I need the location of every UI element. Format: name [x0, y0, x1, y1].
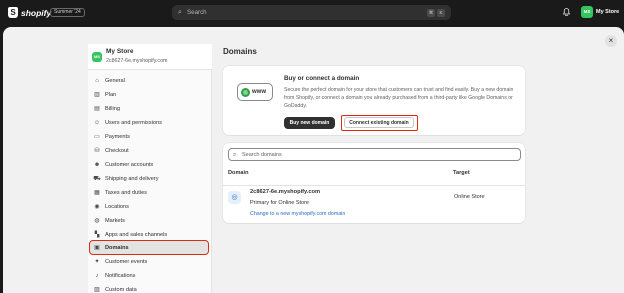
- store-domain: 2c8627-6e.myshopify.com: [106, 58, 168, 64]
- sidebar-item-users[interactable]: ☺ Users and permissions: [90, 116, 208, 129]
- globe-icon: [241, 87, 250, 97]
- column-header-domain: Domain: [228, 170, 249, 176]
- sidebar-item-locations[interactable]: ◉ Locations: [90, 200, 208, 213]
- close-icon[interactable]: ×: [605, 35, 617, 47]
- shopify-logo[interactable]: S shopify: [8, 7, 51, 18]
- search-domains-input[interactable]: ⌕ Search domains: [228, 148, 521, 161]
- global-search[interactable]: ⌕ Search ⌘ K: [172, 5, 451, 20]
- change-domain-link[interactable]: Change to a new myshopify.com domain: [250, 211, 345, 217]
- sidebar-item-general[interactable]: ⌂ General: [90, 74, 208, 87]
- connect-existing-domain-button[interactable]: Connect existing domain: [344, 117, 414, 128]
- sidebar-item-domains[interactable]: ▣ Domains: [89, 240, 209, 255]
- sidebar-item-shipping[interactable]: ⛟ Shipping and delivery: [90, 172, 208, 185]
- domain-icon: ◎: [228, 191, 241, 204]
- custom-data-icon: ▨: [94, 287, 100, 293]
- cmd-key: ⌘: [427, 9, 435, 17]
- store-header[interactable]: MS My Store 2c8627-6e.myshopify.com: [88, 44, 212, 70]
- location-icon: ◉: [94, 204, 100, 210]
- store-name: My Store: [106, 48, 134, 55]
- buy-connect-card: www Buy or connect a domain Secure the p…: [223, 66, 525, 135]
- sidebar-item-taxes[interactable]: ▦ Taxes and duties: [90, 186, 208, 199]
- sidebar-item-checkout[interactable]: ⛁ Checkout: [90, 144, 208, 157]
- apps-icon: ▚: [94, 232, 100, 238]
- shopify-bag-icon: S: [8, 7, 18, 18]
- sidebar-item-plan[interactable]: ▥ Plan: [90, 88, 208, 101]
- notification-icon: ♪: [95, 272, 99, 279]
- taxes-icon: ▦: [94, 190, 100, 196]
- truck-icon: ⛟: [93, 175, 101, 182]
- domain-name-link[interactable]: 2c8627-6e.myshopify.com: [250, 189, 320, 195]
- store-avatar: MS: [92, 52, 102, 62]
- card-title: Buy or connect a domain: [284, 75, 360, 82]
- sidebar-item-customer-accounts[interactable]: ☻ Customer accounts: [90, 158, 208, 171]
- users-icon: ☺: [93, 119, 101, 126]
- billing-icon: ▤: [94, 106, 100, 112]
- sparkle-icon: ✦: [94, 259, 100, 265]
- sidebar-item-markets[interactable]: ◍ Markets: [90, 214, 208, 227]
- bell-icon[interactable]: [563, 8, 570, 16]
- top-bar: S shopify Summer '24 ⌕ Search ⌘ K MS My …: [0, 0, 624, 25]
- sidebar-item-billing[interactable]: ▤ Billing: [90, 102, 208, 115]
- checkout-icon: ⛁: [94, 148, 100, 154]
- card-description: Secure the perfect domain for your store…: [284, 87, 514, 109]
- page-title: Domains: [223, 47, 257, 56]
- divider: [223, 185, 525, 186]
- edition-badge[interactable]: Summer '24: [50, 8, 85, 17]
- sidebar-item-custom-data[interactable]: ▨ Custom data: [90, 283, 208, 293]
- logo-text: shopify: [21, 7, 52, 18]
- domain-target: Online Store: [454, 194, 485, 200]
- sidebar-item-customer-events[interactable]: ✦ Customer events: [90, 255, 208, 268]
- column-header-target: Target: [453, 170, 470, 176]
- domain-status: Primary for Online Store: [250, 200, 309, 206]
- payments-icon: ▭: [94, 134, 100, 140]
- search-icon: ⌕: [178, 9, 182, 16]
- www-icon: www: [237, 83, 273, 101]
- domains-icon: ▣: [94, 245, 100, 251]
- plan-icon: ▥: [94, 92, 100, 98]
- avatar[interactable]: MS: [581, 6, 593, 18]
- domains-list-card: ⌕ Search domains Domain Target ◎ 2c8627-…: [223, 143, 525, 223]
- k-key: K: [437, 9, 445, 17]
- sidebar-item-notifications[interactable]: ♪ Notifications: [90, 269, 208, 282]
- sidebar-item-apps[interactable]: ▚ Apps and sales channels: [90, 228, 208, 241]
- customer-icon: ☻: [93, 161, 101, 168]
- settings-sidebar: MS My Store 2c8627-6e.myshopify.com ⌂ Ge…: [88, 44, 212, 293]
- connect-highlight: Connect existing domain: [341, 115, 418, 131]
- globe-icon: ◍: [94, 218, 100, 224]
- search-icon: ⌕: [233, 152, 237, 158]
- store-menu[interactable]: My Store: [596, 9, 619, 15]
- search-placeholder: Search: [187, 9, 207, 16]
- sidebar-item-payments[interactable]: ▭ Payments: [90, 130, 208, 143]
- search-domains-placeholder: Search domains: [242, 152, 282, 158]
- buy-new-domain-button[interactable]: Buy new domain: [284, 117, 335, 129]
- home-icon: ⌂: [95, 77, 99, 84]
